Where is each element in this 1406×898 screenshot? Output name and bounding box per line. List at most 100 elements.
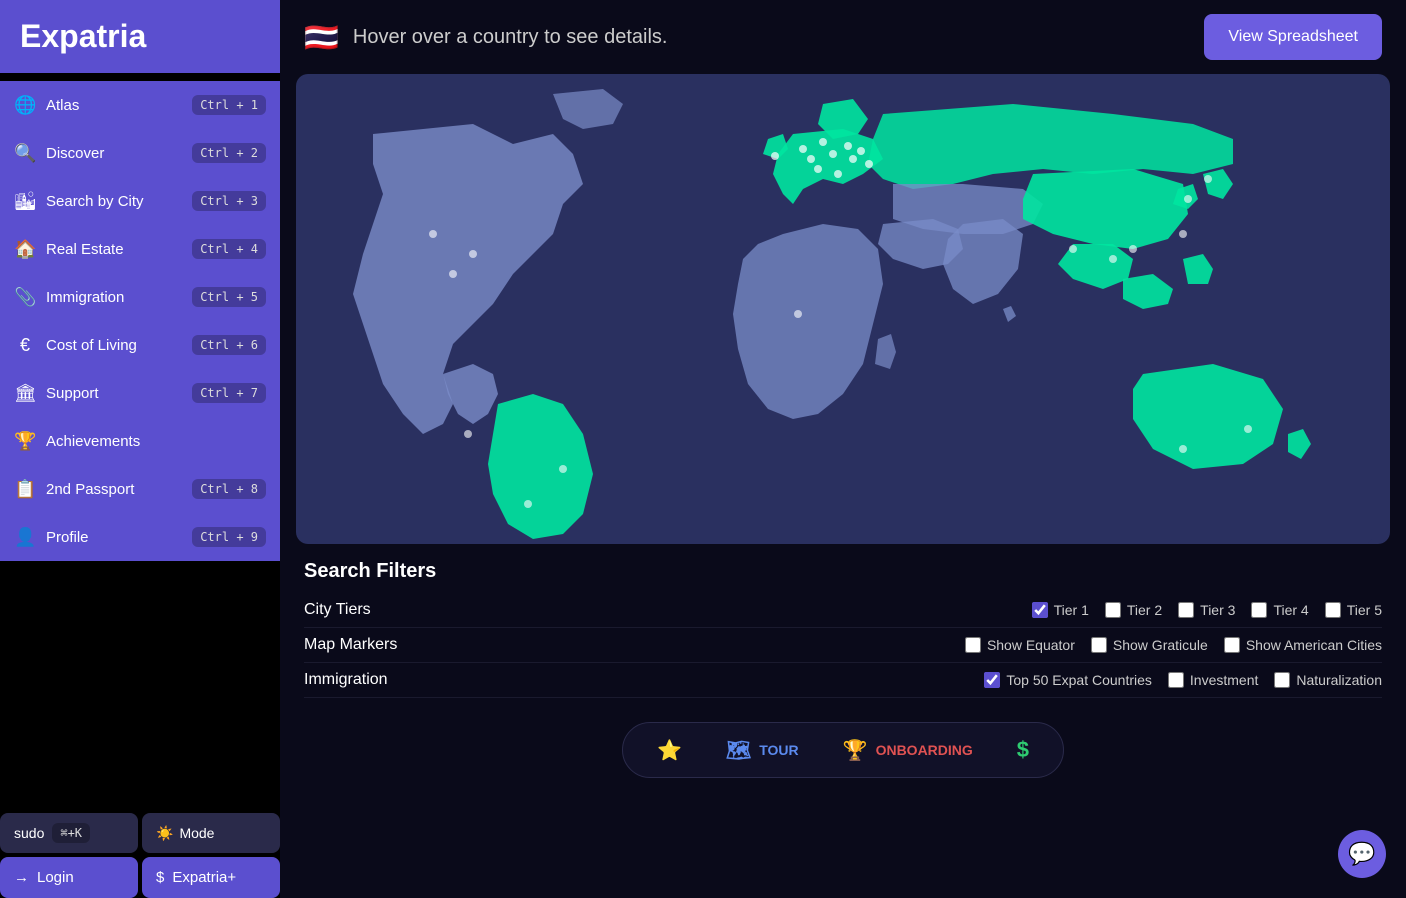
tour-label: TOUR bbox=[759, 742, 798, 758]
sidebar-item-atlas[interactable]: 🌐 Atlas Ctrl + 1 bbox=[0, 81, 280, 129]
sudo-mode-row: sudo ⌘+K ☀️ Mode bbox=[0, 813, 280, 853]
login-icon: → bbox=[14, 869, 29, 886]
checkbox-show-graticule[interactable] bbox=[1091, 637, 1107, 653]
view-spreadsheet-button[interactable]: View Spreadsheet bbox=[1204, 14, 1382, 60]
world-map-svg bbox=[296, 74, 1390, 544]
filter-label-text-naturalization: Naturalization bbox=[1274, 672, 1382, 688]
sidebar-item-label: Profile bbox=[46, 529, 89, 546]
tab-onboarding[interactable]: 🏆 ONBOARDING bbox=[833, 732, 983, 769]
filter-label-text-show-graticule: Show Graticule bbox=[1091, 637, 1208, 653]
sidebar-item-left: € Cost of Living bbox=[14, 335, 137, 356]
filter-item-naturalization: Naturalization bbox=[1274, 672, 1382, 688]
dollar-sign-icon: $ bbox=[1017, 737, 1029, 763]
mode-label: Mode bbox=[179, 825, 214, 841]
search-filters-title: Search Filters bbox=[304, 560, 1382, 583]
atlas-icon: 🌐 bbox=[14, 95, 36, 116]
checkbox-tier3[interactable] bbox=[1178, 602, 1194, 618]
login-button[interactable]: → Login bbox=[0, 857, 138, 898]
sidebar-item-search-by-city[interactable]: 🏙 Search by City Ctrl + 3 bbox=[0, 177, 280, 225]
checkbox-tier4[interactable] bbox=[1251, 602, 1267, 618]
onboarding-label: ONBOARDING bbox=[876, 742, 973, 758]
sidebar-item-left: 🏆 Achievements bbox=[14, 431, 140, 452]
sidebar-item-label: Atlas bbox=[46, 97, 79, 114]
achievements-icon: 🏆 bbox=[14, 431, 36, 452]
mode-button[interactable]: ☀️ Mode bbox=[142, 813, 280, 853]
bottom-tabs: ⭐ 🗺 TOUR 🏆 ONBOARDING $ bbox=[622, 722, 1064, 778]
sidebar-item-label: Cost of Living bbox=[46, 337, 137, 354]
search-filters-panel: Search Filters City Tiers Tier 1Tier 2Tie… bbox=[280, 544, 1406, 714]
star-icon: ⭐ bbox=[657, 738, 682, 763]
cost-of-living-icon: € bbox=[14, 335, 36, 356]
filter-row-immigration-filter: Immigration Top 50 Expat Countries Investm… bbox=[304, 663, 1382, 698]
filter-item-investment: Investment bbox=[1168, 672, 1258, 688]
sidebar-item-left: 🔍 Discover bbox=[14, 143, 104, 164]
chat-button[interactable]: 💬 bbox=[1338, 830, 1386, 878]
checkbox-investment[interactable] bbox=[1168, 672, 1184, 688]
sidebar-item-label: Real Estate bbox=[46, 241, 124, 258]
sidebar-item-achievements[interactable]: 🏆 Achievements bbox=[0, 417, 280, 465]
tab-dollar[interactable]: $ bbox=[1007, 731, 1039, 769]
sidebar-item-left: 🏠 Real Estate bbox=[14, 239, 124, 260]
world-map-container[interactable] bbox=[296, 74, 1390, 544]
support-icon: 🏛 bbox=[14, 383, 36, 404]
sidebar-item-label: 2nd Passport bbox=[46, 481, 134, 498]
sidebar-item-support[interactable]: 🏛 Support Ctrl + 7 bbox=[0, 369, 280, 417]
sidebar-item-label: Immigration bbox=[46, 289, 124, 306]
sidebar-item-left: 🌐 Atlas bbox=[14, 95, 79, 116]
sidebar-item-label: Achievements bbox=[46, 433, 140, 450]
sudo-shortcut: ⌘+K bbox=[52, 823, 90, 843]
tab-star[interactable]: ⭐ bbox=[647, 732, 692, 769]
sidebar-item-left: 🏛 Support bbox=[14, 383, 99, 404]
shortcut-badge: Ctrl + 7 bbox=[192, 383, 266, 403]
onboarding-icon: 🏆 bbox=[843, 738, 868, 763]
sudo-label: sudo bbox=[14, 825, 44, 841]
checkbox-tier5[interactable] bbox=[1325, 602, 1341, 618]
filter-label-city-tiers: City Tiers bbox=[304, 601, 464, 619]
sidebar-bottom: sudo ⌘+K ☀️ Mode → Login $ Expatria+ bbox=[0, 813, 280, 898]
tab-tour[interactable]: 🗺 TOUR bbox=[716, 732, 809, 769]
filter-label-immigration-filter: Immigration bbox=[304, 671, 464, 689]
sidebar-item-label: Search by City bbox=[46, 193, 144, 210]
tour-icon: 🗺 bbox=[726, 738, 751, 763]
shortcut-badge: Ctrl + 1 bbox=[192, 95, 266, 115]
filter-item-tier1: Tier 1 bbox=[1032, 602, 1089, 618]
checkbox-show-american-cities[interactable] bbox=[1224, 637, 1240, 653]
filter-label-text-tier3: Tier 3 bbox=[1178, 602, 1235, 618]
sidebar-item-label: Discover bbox=[46, 145, 104, 162]
filter-label-text-tier5: Tier 5 bbox=[1325, 602, 1382, 618]
sudo-button[interactable]: sudo ⌘+K bbox=[0, 813, 138, 853]
sun-icon: ☀️ bbox=[156, 825, 173, 842]
shortcut-badge: Ctrl + 6 bbox=[192, 335, 266, 355]
filter-label-text-tier1: Tier 1 bbox=[1032, 602, 1089, 618]
expatria-plus-button[interactable]: $ Expatria+ bbox=[142, 857, 280, 898]
filter-item-show-graticule: Show Graticule bbox=[1091, 637, 1208, 653]
header-left: 🇹🇭 Hover over a country to see details. bbox=[304, 21, 667, 54]
checkbox-tier2[interactable] bbox=[1105, 602, 1121, 618]
sidebar-item-discover[interactable]: 🔍 Discover Ctrl + 2 bbox=[0, 129, 280, 177]
sidebar-item-real-estate[interactable]: 🏠 Real Estate Ctrl + 4 bbox=[0, 225, 280, 273]
checkbox-tier1[interactable] bbox=[1032, 602, 1048, 618]
discover-icon: 🔍 bbox=[14, 143, 36, 164]
filter-row-city-tiers: City Tiers Tier 1Tier 2Tier 3Tier 4Tier 5 bbox=[304, 593, 1382, 628]
filter-item-top50-expat: Top 50 Expat Countries bbox=[984, 672, 1152, 688]
shortcut-badge: Ctrl + 2 bbox=[192, 143, 266, 163]
checkbox-show-equator[interactable] bbox=[965, 637, 981, 653]
checkbox-top50-expat[interactable] bbox=[984, 672, 1000, 688]
real-estate-icon: 🏠 bbox=[14, 239, 36, 260]
sidebar-item-cost-of-living[interactable]: € Cost of Living Ctrl + 6 bbox=[0, 321, 280, 369]
checkbox-naturalization[interactable] bbox=[1274, 672, 1290, 688]
shortcut-badge: Ctrl + 3 bbox=[192, 191, 266, 211]
filter-controls-map-markers: Show EquatorShow GraticuleShow American … bbox=[965, 637, 1382, 653]
sidebar-item-left: 📋 2nd Passport bbox=[14, 479, 134, 500]
sidebar-item-2nd-passport[interactable]: 📋 2nd Passport Ctrl + 8 bbox=[0, 465, 280, 513]
chat-icon: 💬 bbox=[1348, 841, 1375, 867]
filter-label-map-markers: Map Markers bbox=[304, 636, 464, 654]
filter-row-map-markers: Map Markers Show EquatorShow GraticuleSho… bbox=[304, 628, 1382, 663]
filter-label-text-show-american-cities: Show American Cities bbox=[1224, 637, 1382, 653]
sidebar: Expatria 🌐 Atlas Ctrl + 1 🔍 Discover Ctr… bbox=[0, 0, 280, 898]
filter-item-tier5: Tier 5 bbox=[1325, 602, 1382, 618]
filter-controls-city-tiers: Tier 1Tier 2Tier 3Tier 4Tier 5 bbox=[1032, 602, 1382, 618]
shortcut-badge: Ctrl + 5 bbox=[192, 287, 266, 307]
sidebar-item-profile[interactable]: 👤 Profile Ctrl + 9 bbox=[0, 513, 280, 561]
sidebar-item-immigration[interactable]: 📎 Immigration Ctrl + 5 bbox=[0, 273, 280, 321]
